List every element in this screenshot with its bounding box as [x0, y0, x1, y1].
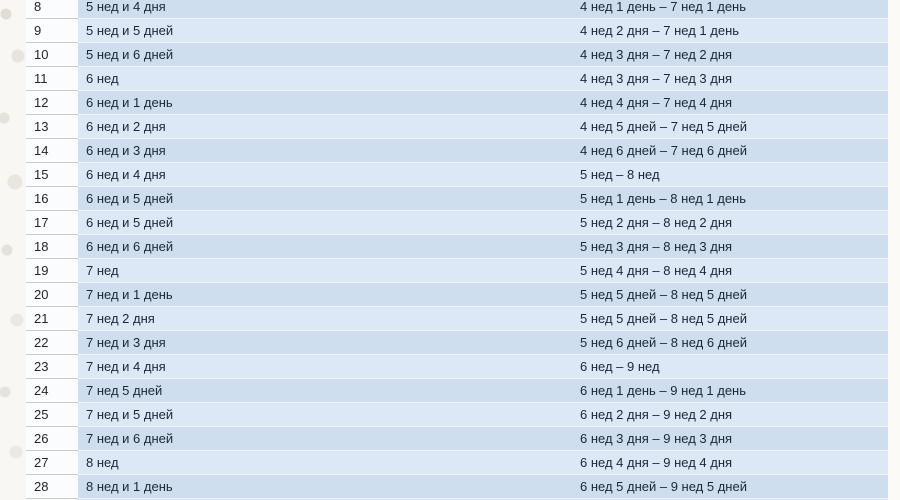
- row-size-cell: 5 нед и 5 дней: [78, 18, 572, 43]
- row-index-cell: 14: [26, 138, 78, 163]
- row-range-cell: 6 нед 4 дня – 9 нед 4 дня: [572, 450, 888, 475]
- row-index-cell: 15: [26, 162, 78, 187]
- row-index-cell: 24: [26, 378, 78, 403]
- row-size-cell: 5 нед и 4 дня: [78, 0, 572, 19]
- row-range-cell: 6 нед 3 дня – 9 нед 3 дня: [572, 426, 888, 451]
- row-index-cell: 13: [26, 114, 78, 139]
- table-row: 28 8 нед и 1 день 6 нед 5 дней – 9 нед 5 д…: [26, 474, 888, 499]
- table-row: 10 5 нед и 6 дней 4 нед 3 дня – 7 нед 2 дн…: [26, 42, 888, 67]
- row-range-cell: 4 нед 4 дня – 7 нед 4 дня: [572, 90, 888, 115]
- table-row: 85 нед и 4 дня 4 нед 1 день – 7 нед 1 ден…: [26, 0, 888, 19]
- row-range-cell: 5 нед 4 дня – 8 нед 4 дня: [572, 258, 888, 283]
- row-index-cell: 27: [26, 450, 78, 475]
- row-size-cell: 7 нед и 3 дня: [78, 330, 572, 355]
- row-range-cell: 6 нед 1 день – 9 нед 1 день: [572, 378, 888, 403]
- row-size-cell: 6 нед и 5 дней: [78, 186, 572, 211]
- row-size-cell: 6 нед: [78, 66, 572, 91]
- gestational-age-table-wrapper: 85 нед и 4 дня 4 нед 1 день – 7 нед 1 ден…: [26, 0, 888, 500]
- table-row: 95 нед и 5 дней 4 нед 2 дня – 7 нед 1 ден…: [26, 18, 888, 43]
- row-size-cell: 5 нед и 6 дней: [78, 42, 572, 67]
- row-range-cell: 5 нед 6 дней – 8 нед 6 дней: [572, 330, 888, 355]
- row-range-cell: 6 нед 2 дня – 9 нед 2 дня: [572, 402, 888, 427]
- row-range-cell: 4 нед 3 дня – 7 нед 3 дня: [572, 66, 888, 91]
- row-range-cell: 6 нед – 9 нед: [572, 354, 888, 379]
- table-row: 22 7 нед и 3 дня 5 нед 6 дней – 8 нед 6 дн…: [26, 330, 888, 355]
- row-index-cell: 8: [26, 0, 78, 19]
- table-row: 25 7 нед и 5 дней 6 нед 2 дня – 9 нед 2 дн…: [26, 402, 888, 427]
- row-range-cell: 6 нед 5 дней – 9 нед 5 дней: [572, 474, 888, 499]
- row-size-cell: 7 нед: [78, 258, 572, 283]
- row-index-cell: 19: [26, 258, 78, 283]
- table-row: 27 8 нед 6 нед 4 дня – 9 нед 4 дня: [26, 450, 888, 475]
- row-index-cell: 26: [26, 426, 78, 451]
- row-size-cell: 8 нед и 1 день: [78, 474, 572, 499]
- table-row: 15 6 нед и 4 дня 5 нед – 8 нед: [26, 162, 888, 187]
- table-row: 17 6 нед и 5 дней 5 нед 2 дня – 8 нед 2 дн…: [26, 210, 888, 235]
- page-container: 85 нед и 4 дня 4 нед 1 день – 7 нед 1 ден…: [0, 0, 900, 500]
- row-range-cell: 4 нед 1 день – 7 нед 1 день: [572, 0, 888, 19]
- table-row: 23 7 нед и 4 дня 6 нед – 9 нед: [26, 354, 888, 379]
- row-index-cell: 28: [26, 474, 78, 499]
- table-row: 12 6 нед и 1 день 4 нед 4 дня – 7 нед 4 дн…: [26, 90, 888, 115]
- row-index-cell: 11: [26, 66, 78, 91]
- row-size-cell: 6 нед и 2 дня: [78, 114, 572, 139]
- row-index-cell: 9: [26, 18, 78, 43]
- row-size-cell: 7 нед и 5 дней: [78, 402, 572, 427]
- table-body: 85 нед и 4 дня 4 нед 1 день – 7 нед 1 ден…: [26, 0, 888, 500]
- row-size-cell: 6 нед и 3 дня: [78, 138, 572, 163]
- row-range-cell: 4 нед 6 дней – 7 нед 6 дней: [572, 138, 888, 163]
- table-row: 13 6 нед и 2 дня 4 нед 5 дней – 7 нед 5 дн…: [26, 114, 888, 139]
- row-size-cell: 6 нед и 4 дня: [78, 162, 572, 187]
- row-size-cell: 8 нед: [78, 450, 572, 475]
- table-row: 19 7 нед 5 нед 4 дня – 8 нед 4 дня: [26, 258, 888, 283]
- table-row: 20 7 нед и 1 день 5 нед 5 дней – 8 нед 5 д…: [26, 282, 888, 307]
- row-range-cell: 4 нед 5 дней – 7 нед 5 дней: [572, 114, 888, 139]
- row-index-cell: 10: [26, 42, 78, 67]
- row-size-cell: 6 нед и 6 дней: [78, 234, 572, 259]
- row-range-cell: 5 нед 5 дней – 8 нед 5 дней: [572, 306, 888, 331]
- row-index-cell: 12: [26, 90, 78, 115]
- row-range-cell: 5 нед 1 день – 8 нед 1 день: [572, 186, 888, 211]
- gestational-age-table: 85 нед и 4 дня 4 нед 1 день – 7 нед 1 ден…: [26, 0, 888, 500]
- table-row: 18 6 нед и 6 дней 5 нед 3 дня – 8 нед 3 дн…: [26, 234, 888, 259]
- row-range-cell: 5 нед 3 дня – 8 нед 3 дня: [572, 234, 888, 259]
- table-row: 11 6 нед 4 нед 3 дня – 7 нед 3 дня: [26, 66, 888, 91]
- row-size-cell: 6 нед и 5 дней: [78, 210, 572, 235]
- page-watermark-decoration: [0, 0, 26, 500]
- row-index-cell: 23: [26, 354, 78, 379]
- table-row: 14 6 нед и 3 дня 4 нед 6 дней – 7 нед 6 дн…: [26, 138, 888, 163]
- row-range-cell: 4 нед 2 дня – 7 нед 1 день: [572, 18, 888, 43]
- row-range-cell: 5 нед – 8 нед: [572, 162, 888, 187]
- page-right-gutter: [888, 0, 900, 500]
- row-index-cell: 25: [26, 402, 78, 427]
- row-index-cell: 21: [26, 306, 78, 331]
- row-range-cell: 5 нед 2 дня – 8 нед 2 дня: [572, 210, 888, 235]
- row-size-cell: 7 нед и 6 дней: [78, 426, 572, 451]
- row-size-cell: 7 нед и 4 дня: [78, 354, 572, 379]
- row-range-cell: 5 нед 5 дней – 8 нед 5 дней: [572, 282, 888, 307]
- table-row: 24 7 нед 5 дней 6 нед 1 день – 9 нед 1 ден…: [26, 378, 888, 403]
- row-index-cell: 16: [26, 186, 78, 211]
- row-index-cell: 22: [26, 330, 78, 355]
- table-row: 16 6 нед и 5 дней 5 нед 1 день – 8 нед 1 д…: [26, 186, 888, 211]
- table-row: 21 7 нед 2 дня 5 нед 5 дней – 8 нед 5 дней: [26, 306, 888, 331]
- row-size-cell: 7 нед 2 дня: [78, 306, 572, 331]
- row-index-cell: 20: [26, 282, 78, 307]
- row-size-cell: 6 нед и 1 день: [78, 90, 572, 115]
- row-index-cell: 18: [26, 234, 78, 259]
- table-row: 26 7 нед и 6 дней 6 нед 3 дня – 9 нед 3 дн…: [26, 426, 888, 451]
- row-range-cell: 4 нед 3 дня – 7 нед 2 дня: [572, 42, 888, 67]
- row-index-cell: 17: [26, 210, 78, 235]
- row-size-cell: 7 нед 5 дней: [78, 378, 572, 403]
- row-size-cell: 7 нед и 1 день: [78, 282, 572, 307]
